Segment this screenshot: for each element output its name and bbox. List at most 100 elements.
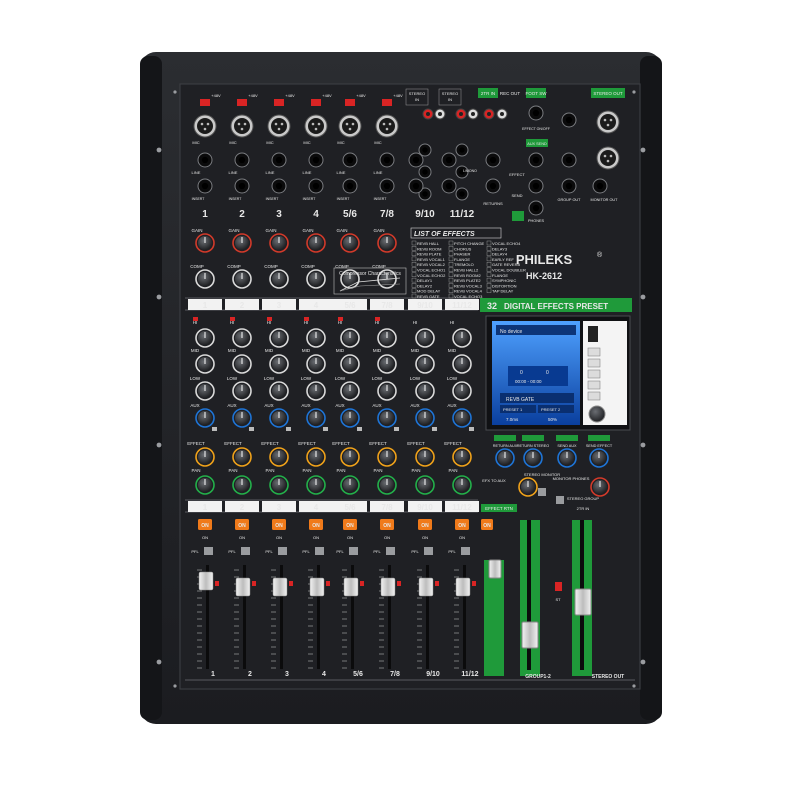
master-knob-1[interactable] [495,448,515,468]
foot-switch-jack[interactable] [528,105,544,121]
effect-send-knob[interactable] [452,447,472,467]
line-input-jack[interactable] [234,152,250,168]
io-jack[interactable] [592,178,608,194]
io-jack[interactable] [485,178,501,194]
mic-xlr-input[interactable] [267,114,291,138]
group-assign-switch[interactable] [326,581,330,586]
hi-eq-knob[interactable] [269,328,289,348]
aux-send-knob[interactable] [306,408,326,428]
stereo-right-jack[interactable] [418,165,432,179]
low-eq-knob[interactable] [306,381,326,401]
stereo-left-jack[interactable] [455,143,469,157]
group-fader-cap[interactable] [521,621,539,649]
io-jack[interactable] [408,152,424,168]
phantom-switch[interactable] [200,99,210,106]
stereo-aux-jack[interactable] [455,187,469,201]
phantom-switch[interactable] [382,99,392,106]
aux-send-knob[interactable] [269,408,289,428]
effect-send-knob[interactable] [415,447,435,467]
efx-to-aux-knob[interactable] [518,477,538,497]
pre-switch[interactable] [323,427,328,431]
io-jack[interactable] [528,152,544,168]
low-eq-knob[interactable] [232,381,252,401]
io-jack[interactable] [441,178,457,194]
effect-send-knob[interactable] [306,447,326,467]
monitor-phones-knob[interactable] [590,477,610,497]
pre-switch[interactable] [357,427,362,431]
pre-switch[interactable] [469,427,474,431]
channel-fader-cap[interactable] [272,577,288,597]
channel-fader-cap[interactable] [380,577,396,597]
usb-port[interactable] [588,326,598,342]
line-input-jack[interactable] [379,152,395,168]
pfl-button[interactable] [424,547,433,555]
stereo-out-xlr-right[interactable] [596,146,620,170]
mic-xlr-input[interactable] [304,114,328,138]
hi-eq-knob[interactable] [377,328,397,348]
pfl-button[interactable] [349,547,358,555]
gain-knob[interactable] [195,233,215,253]
phantom-switch[interactable] [311,99,321,106]
comp-knob[interactable] [195,269,215,289]
insert-jack[interactable] [308,178,324,194]
mid-eq-knob[interactable] [269,354,289,374]
mic-xlr-input[interactable] [230,114,254,138]
phantom-switch[interactable] [345,99,355,106]
media-button[interactable] [587,358,601,368]
mid-eq-knob[interactable] [306,354,326,374]
gain-knob[interactable] [340,233,360,253]
io-jack[interactable] [528,200,544,216]
stereo-out-xlr-left[interactable] [596,110,620,134]
master-knob-3[interactable] [557,448,577,468]
comp-knob[interactable] [232,269,252,289]
pfl-button[interactable] [278,547,287,555]
master-knob-2[interactable] [523,448,543,468]
mic-xlr-input[interactable] [338,114,362,138]
gain-knob[interactable] [306,233,326,253]
pan-knob[interactable] [195,475,215,495]
io-jack[interactable] [561,112,577,128]
mid-eq-knob[interactable] [452,354,472,374]
pan-knob[interactable] [232,475,252,495]
hi-eq-knob[interactable] [232,328,252,348]
stereo-out-fader-cap[interactable] [574,588,592,616]
insert-jack[interactable] [271,178,287,194]
group-assign-switch[interactable] [252,581,256,586]
group-assign-switch[interactable] [397,581,401,586]
insert-jack[interactable] [197,178,213,194]
channel-fader-cap[interactable] [418,577,434,597]
channel-fader-cap[interactable] [198,571,214,591]
low-eq-knob[interactable] [195,381,215,401]
pan-knob[interactable] [415,475,435,495]
pfl-button[interactable] [461,547,470,555]
mid-eq-knob[interactable] [340,354,360,374]
hi-eq-knob[interactable] [340,328,360,348]
pfl-button[interactable] [315,547,324,555]
pan-knob[interactable] [340,475,360,495]
group-assign-switch[interactable] [360,581,364,586]
mid-eq-knob[interactable] [195,354,215,374]
channel-fader-cap[interactable] [235,577,251,597]
mic-xlr-input[interactable] [193,114,217,138]
low-eq-knob[interactable] [377,381,397,401]
aux-send-knob[interactable] [415,408,435,428]
io-jack[interactable] [528,178,544,194]
pan-knob[interactable] [452,475,472,495]
gain-knob[interactable] [377,233,397,253]
pan-knob[interactable] [269,475,289,495]
line-input-jack[interactable] [308,152,324,168]
preset-encoder[interactable] [588,405,606,423]
gain-knob[interactable] [232,233,252,253]
hi-eq-knob[interactable] [415,328,435,348]
master-knob-4[interactable] [589,448,609,468]
pan-knob[interactable] [377,475,397,495]
mid-eq-knob[interactable] [232,354,252,374]
group-to-st-switch[interactable] [555,582,562,591]
phantom-switch[interactable] [274,99,284,106]
phantom-switch[interactable] [237,99,247,106]
line-input-jack[interactable] [342,152,358,168]
comp-knob[interactable] [306,269,326,289]
comp-knob[interactable] [269,269,289,289]
effect-rtn-fader-cap[interactable] [488,559,502,579]
stereo-group-button[interactable] [556,496,564,504]
